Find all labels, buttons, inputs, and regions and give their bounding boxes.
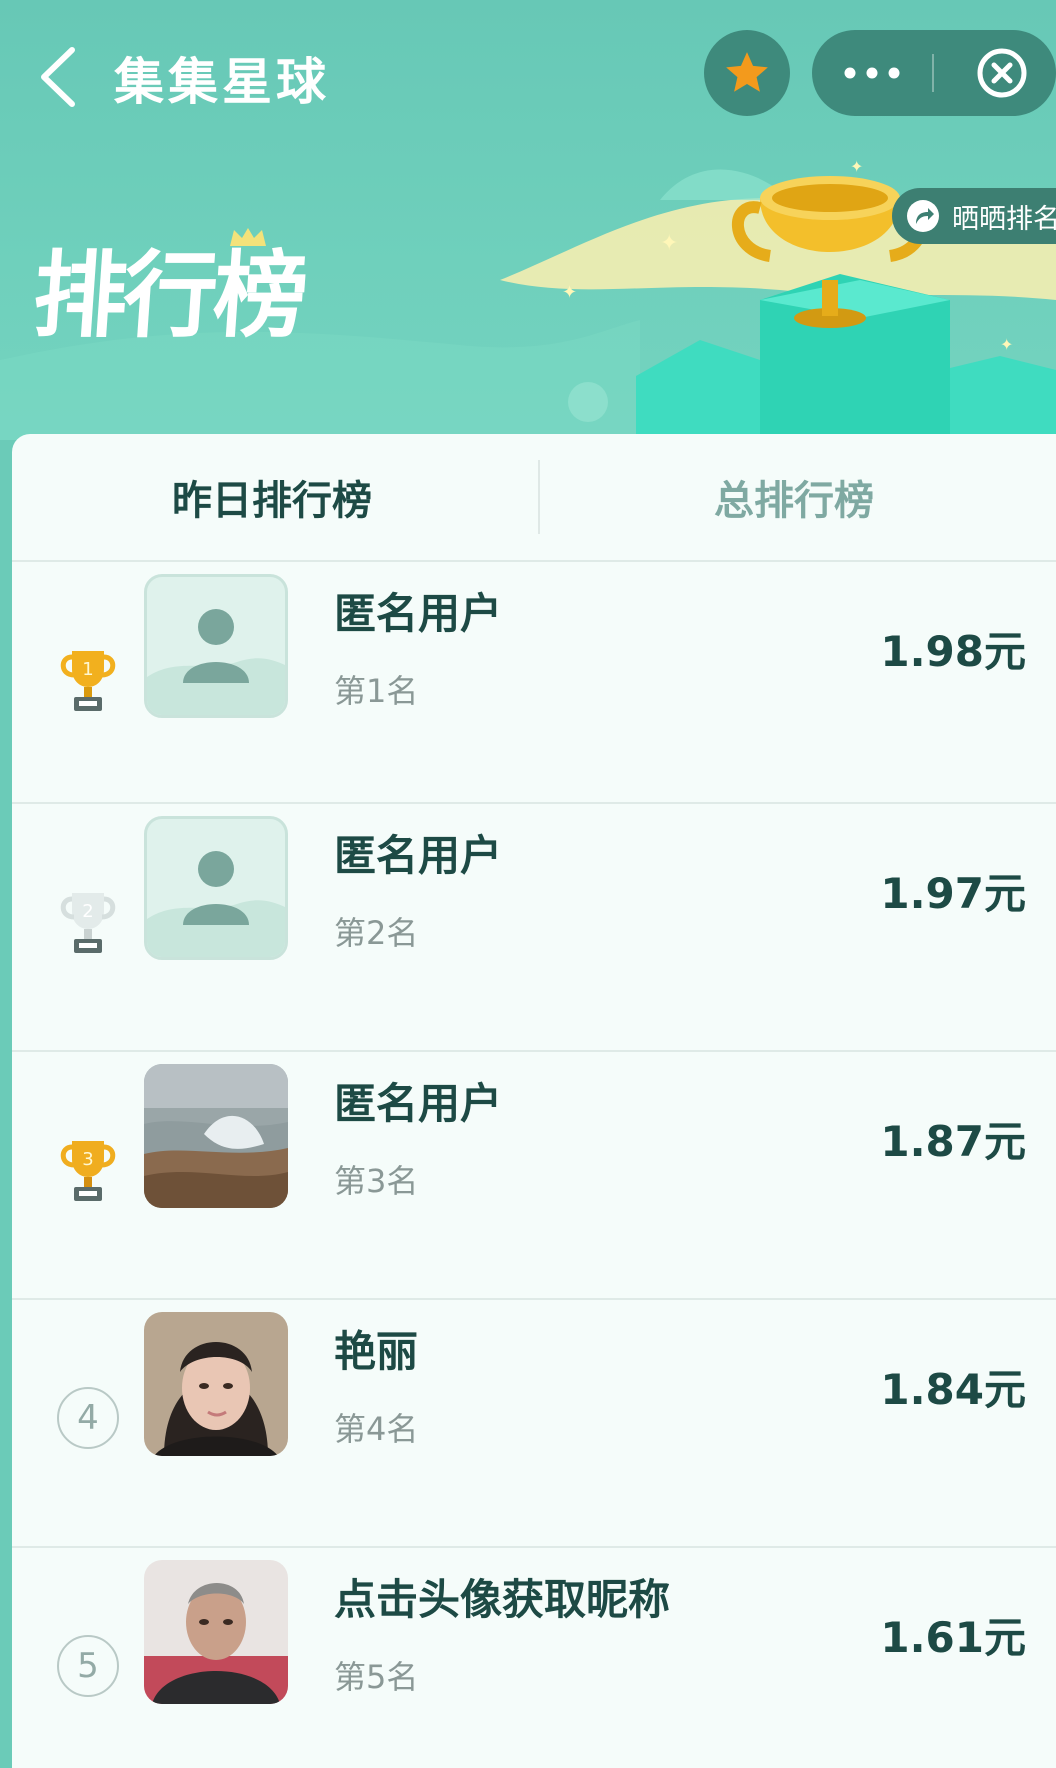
svg-text:✦: ✦	[1000, 335, 1013, 354]
reward-amount: 1.87元	[880, 1117, 1026, 1166]
avatar[interactable]	[144, 1064, 288, 1208]
rank-number-badge: 5	[40, 1618, 136, 1714]
user-name: 匿名用户	[334, 589, 503, 638]
svg-text:1: 1	[82, 659, 93, 680]
favorite-button[interactable]	[704, 30, 790, 116]
tab-yesterday-ranking[interactable]: 昨日排行榜	[12, 434, 532, 560]
svg-text:✦: ✦	[562, 282, 577, 303]
app-title: 集集星球	[114, 53, 330, 111]
avatar[interactable]	[144, 816, 288, 960]
ranking-row[interactable]: 5 点击头像获取昵称 第5名 1.61元	[12, 1548, 1056, 1768]
ranking-row[interactable]: 4 艳丽 第4名 1.84元	[12, 1300, 1056, 1548]
svg-text:3: 3	[82, 1149, 93, 1170]
more-dots-icon	[844, 67, 900, 79]
rank-number-badge: 4	[40, 1370, 136, 1466]
close-circle-icon	[977, 48, 1027, 98]
avatar[interactable]	[144, 574, 288, 718]
svg-text:✦: ✦	[850, 157, 863, 176]
reward-amount: 1.97元	[880, 869, 1026, 918]
ranking-tabs: 昨日排行榜 总排行榜	[12, 434, 1056, 562]
more-button[interactable]	[812, 30, 932, 116]
tab-total-ranking[interactable]: 总排行榜	[534, 434, 1054, 560]
reward-amount: 1.61元	[880, 1613, 1026, 1662]
crown-icon	[230, 228, 266, 246]
user-name: 艳丽	[334, 1327, 419, 1376]
close-button[interactable]	[952, 30, 1052, 116]
svg-text:2: 2	[82, 901, 93, 922]
ranking-row[interactable]: 2 匿名用户 第2名 1.97元	[12, 804, 1056, 1052]
capsule-divider	[932, 54, 934, 92]
chevron-left-icon	[41, 47, 75, 107]
rank-label: 第3名	[334, 1162, 419, 1200]
share-ranking-label: 晒晒排名	[952, 203, 1056, 235]
rank-number: 5	[57, 1635, 119, 1697]
ranking-row[interactable]: 3 匿名用户 第3名 1.87元	[12, 1052, 1056, 1300]
silver-trophy-icon: 2	[40, 874, 136, 970]
ranking-row[interactable]: 1 匿名用户 第1名 1.98元	[12, 562, 1056, 804]
user-name: 点击头像获取昵称	[334, 1575, 671, 1624]
user-name: 匿名用户	[334, 831, 503, 880]
rank-label: 第5名	[334, 1658, 419, 1696]
avatar[interactable]	[144, 1560, 288, 1704]
bronze-trophy-icon: 3	[40, 1122, 136, 1218]
user-name: 匿名用户	[334, 1079, 503, 1128]
ranking-card: 昨日排行榜 总排行榜 1 匿名用户 第1名 1.98元 2 匿名用户 第2名 1…	[12, 434, 1056, 1768]
back-button[interactable]	[36, 40, 86, 110]
share-arrow-icon	[907, 200, 939, 232]
reward-amount: 1.84元	[880, 1365, 1026, 1414]
gold-trophy-icon: 1	[40, 632, 136, 728]
header-banner: ✦ ✦ ✦ ✦ 集集星球 排行榜 晒晒排名	[0, 0, 1056, 440]
rank-label: 第2名	[334, 914, 419, 952]
mini-program-capsule	[812, 30, 1056, 116]
rank-label: 第4名	[334, 1410, 419, 1448]
rank-label: 第1名	[334, 672, 419, 710]
star-icon	[726, 52, 768, 92]
svg-text:✦: ✦	[660, 231, 678, 256]
share-ranking-button[interactable]: 晒晒排名	[892, 188, 1056, 244]
avatar[interactable]	[144, 1312, 288, 1456]
rank-number: 4	[57, 1387, 119, 1449]
reward-amount: 1.98元	[880, 627, 1026, 676]
